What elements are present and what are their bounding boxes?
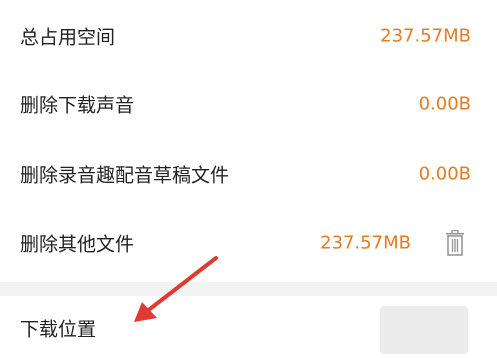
total-space-row: 总占用空间 237.57MB	[0, 6, 497, 66]
delete-other-files-value: 237.57MB	[320, 232, 411, 254]
delete-other-files-label: 删除其他文件	[20, 233, 135, 256]
delete-draft-files-value: 0.00B	[418, 163, 471, 185]
delete-download-audio-row[interactable]: 删除下载声音 0.00B	[0, 74, 497, 134]
trash-icon[interactable]	[445, 230, 465, 256]
storage-card: 总占用空间 237.57MB 删除下载声音 0.00B 删除录音趣配音草稿文件 …	[0, 0, 497, 282]
delete-download-audio-value: 0.00B	[418, 93, 471, 115]
delete-draft-files-label: 删除录音趣配音草稿文件	[20, 164, 230, 187]
download-location-value-blurred	[380, 306, 468, 354]
delete-draft-files-row[interactable]: 删除录音趣配音草稿文件 0.00B	[0, 144, 497, 204]
delete-download-audio-label: 删除下载声音	[20, 94, 135, 117]
delete-other-files-row[interactable]: 删除其他文件 237.57MB	[0, 213, 497, 273]
total-space-label: 总占用空间	[20, 26, 116, 49]
download-location-label: 下载位置	[20, 318, 97, 341]
total-space-value: 237.57MB	[380, 25, 471, 47]
download-location-row[interactable]: 下载位置	[0, 296, 497, 358]
